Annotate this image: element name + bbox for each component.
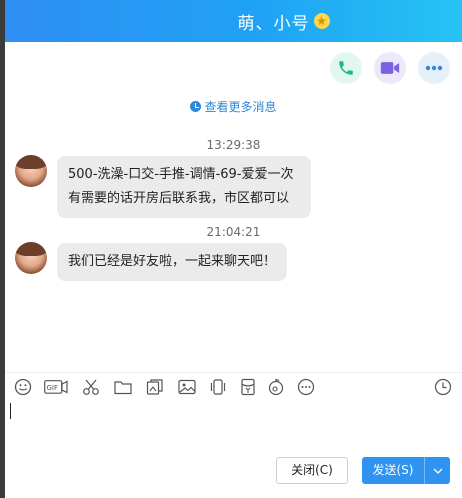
text-caret xyxy=(10,403,11,419)
folder-icon xyxy=(114,381,132,395)
message-bubble: 我们已经是好友啦，一起来聊天吧！ xyxy=(57,243,287,281)
close-button[interactable]: 关闭(C) xyxy=(276,457,348,484)
avatar[interactable] xyxy=(15,242,47,274)
shake-button[interactable] xyxy=(208,377,228,397)
more-tools-button[interactable] xyxy=(296,377,316,397)
vip-star-icon: ★ xyxy=(313,13,330,29)
history-clock-icon xyxy=(434,378,452,396)
more-icon xyxy=(425,65,443,71)
red-packet-button[interactable] xyxy=(238,377,258,397)
gif-button[interactable]: GIF xyxy=(43,377,69,397)
message-history-button[interactable] xyxy=(433,377,453,397)
sticker-icon xyxy=(146,379,163,395)
message-timestamp: 13:29:38 xyxy=(206,138,261,152)
input-toolbar: GIF xyxy=(5,372,462,400)
message-line: 我们已经是好友啦，一起来聊天吧！ xyxy=(68,254,277,269)
chevron-down-icon xyxy=(433,468,442,474)
more-icon xyxy=(297,378,315,396)
message-line: 500-洗澡-口交-手推-调情-69-爱爱一次 xyxy=(68,167,294,182)
file-button[interactable] xyxy=(113,377,133,397)
phone-icon xyxy=(339,61,353,75)
chat-window: 萌、小号 ★ 查看更多消息 13:29:38 500-洗澡-口交-手推-调情-6… xyxy=(5,0,462,498)
scissors-icon xyxy=(83,379,99,395)
image-icon xyxy=(178,379,196,395)
image-button[interactable] xyxy=(177,377,197,397)
title-bar[interactable]: 萌、小号 ★ xyxy=(5,0,462,42)
svg-text:GIF: GIF xyxy=(47,384,59,392)
music-button[interactable] xyxy=(266,377,286,397)
send-options-button[interactable] xyxy=(425,468,450,474)
clock-icon xyxy=(190,101,202,112)
send-button[interactable]: 发送(S) xyxy=(362,457,450,484)
send-button-label: 发送(S) xyxy=(372,463,414,477)
emoji-icon xyxy=(14,378,32,396)
shake-icon xyxy=(210,379,226,395)
red-packet-icon xyxy=(241,378,255,396)
screenshot-button[interactable] xyxy=(81,377,101,397)
sticker-button[interactable] xyxy=(145,377,165,397)
phone-call-button[interactable] xyxy=(330,52,362,84)
more-actions-button[interactable] xyxy=(418,52,450,84)
chat-actions xyxy=(330,52,450,84)
view-more-messages-link[interactable]: 查看更多消息 xyxy=(5,98,462,115)
video-call-button[interactable] xyxy=(374,52,406,84)
avatar[interactable] xyxy=(15,155,47,187)
video-camera-icon xyxy=(380,62,400,74)
message-line: 有需要的话开房后联系我，市区都可以 xyxy=(68,191,290,206)
message-input[interactable] xyxy=(5,400,462,450)
view-more-label: 查看更多消息 xyxy=(204,100,277,114)
message-timestamp: 21:04:21 xyxy=(206,225,261,239)
gif-icon: GIF xyxy=(44,380,68,394)
message-bubble: 500-洗澡-口交-手推-调情-69-爱爱一次 有需要的话开房后联系我，市区都可… xyxy=(57,156,311,218)
music-icon xyxy=(268,378,284,396)
chat-title: 萌、小号 xyxy=(237,13,310,34)
emoji-button[interactable] xyxy=(13,377,33,397)
